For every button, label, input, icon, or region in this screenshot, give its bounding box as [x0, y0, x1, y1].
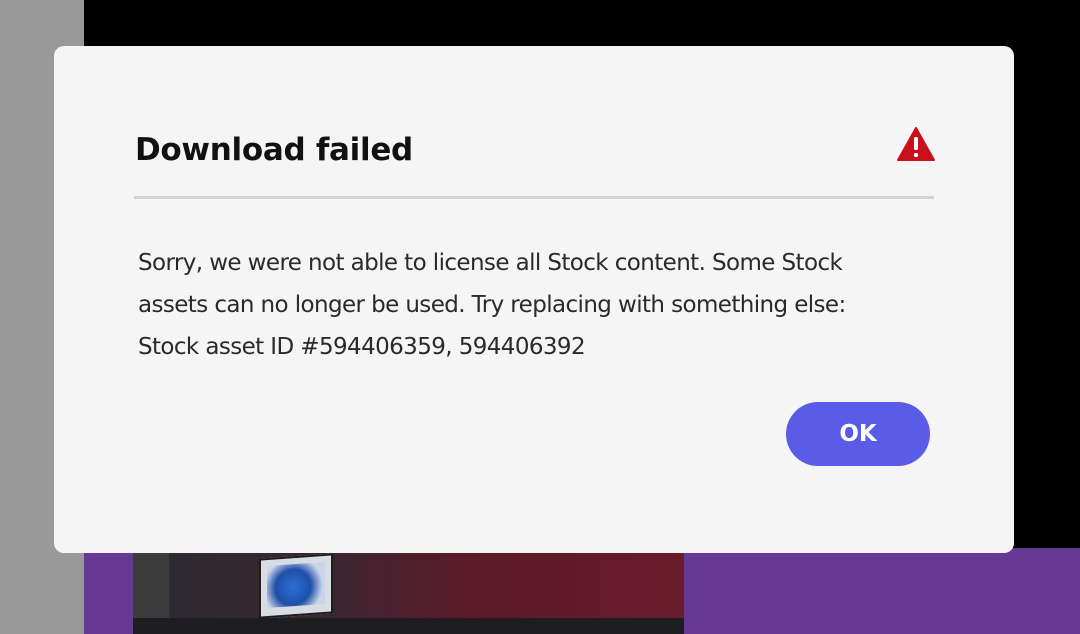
dialog-message: Sorry, we were not able to license all S… [138, 250, 846, 360]
download-failed-dialog: Download failed Sorry, we were not able … [54, 46, 1014, 553]
warning-icon [897, 127, 935, 161]
modal-overlay: Download failed Sorry, we were not able … [0, 0, 1080, 634]
app-background: Download failed Sorry, we were not able … [0, 0, 1080, 634]
dialog-title: Download failed [135, 132, 413, 168]
title-divider [134, 196, 934, 199]
ok-button[interactable]: OK [786, 402, 930, 466]
